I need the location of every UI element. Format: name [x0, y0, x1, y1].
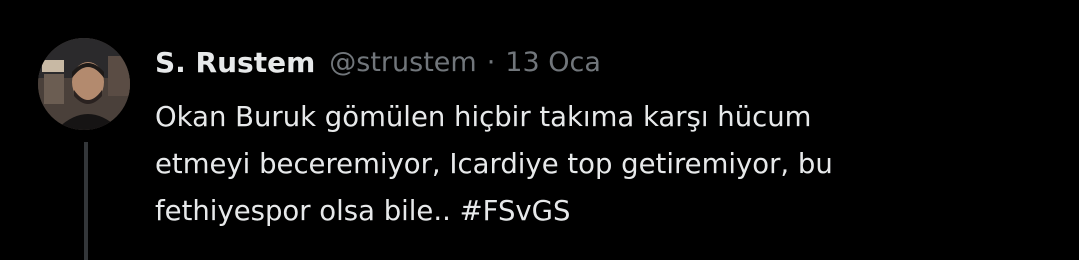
tweet-date[interactable]: 13 Oca — [505, 47, 601, 78]
avatar-photo — [38, 38, 130, 130]
tweet[interactable]: S. Rustem @strustem · 13 Oca Okan Buruk … — [0, 0, 1079, 260]
hashtag-link[interactable]: #FSvGS — [460, 195, 571, 227]
tweet-header: S. Rustem @strustem · 13 Oca — [155, 42, 601, 82]
avatar[interactable] — [38, 38, 130, 130]
tweet-text-line: Okan Buruk gömülen hiçbir takıma karşı h… — [155, 101, 812, 133]
tweet-text-line: fethiyespor olsa bile.. #FSvGS — [155, 188, 955, 235]
author-handle[interactable]: @strustem — [329, 47, 476, 78]
tweet-text: Okan Buruk gömülen hiçbir takıma karşı h… — [155, 94, 955, 235]
thread-line — [84, 142, 88, 260]
tweet-text-line: etmeyi beceremiyor, Icardiye top getirem… — [155, 148, 833, 180]
tweet-text-segment: fethiyespor olsa bile.. — [155, 195, 451, 227]
author-name[interactable]: S. Rustem — [155, 46, 315, 79]
separator-dot: · — [486, 46, 496, 78]
